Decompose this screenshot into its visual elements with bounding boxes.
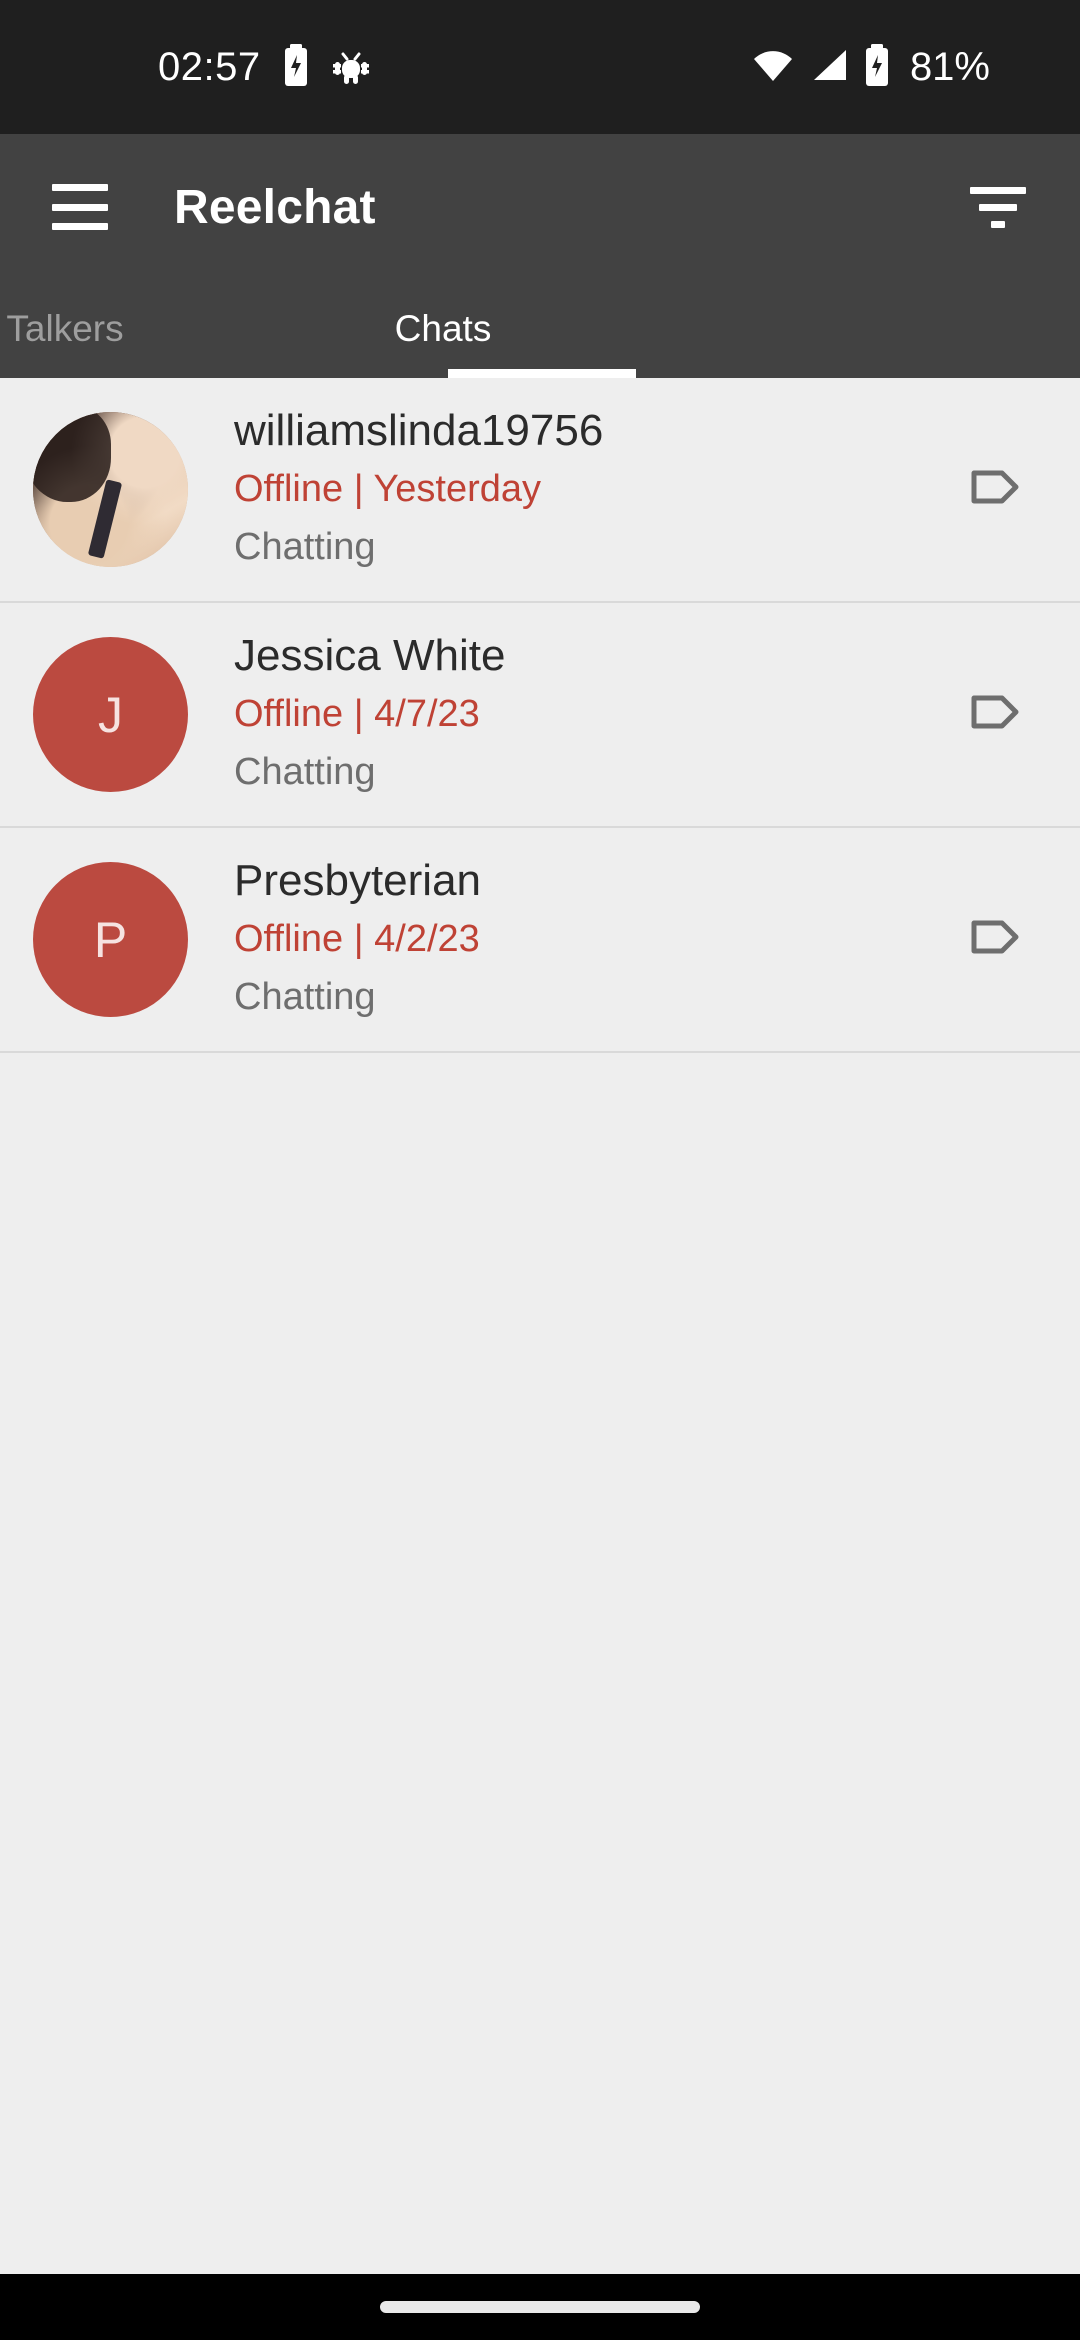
app-bar: Reelchat Talkers Chats	[0, 134, 1080, 378]
system-navigation-bar	[0, 2274, 1080, 2340]
chat-subtitle: Chatting	[234, 976, 376, 1019]
chat-row-meta: Presbyterian Offline | 4/2/23 Chatting	[234, 854, 481, 1026]
battery-charging-icon	[283, 43, 309, 91]
table-row[interactable]: P Presbyterian Offline | 4/2/23 Chatting	[0, 828, 1080, 1053]
chat-status: Offline | Yesterday	[234, 468, 542, 511]
status-bar-left: 02:57	[158, 43, 371, 91]
chat-subtitle: Chatting	[234, 751, 376, 794]
avatar: J	[33, 637, 188, 792]
tab-chats[interactable]: Chats	[263, 280, 623, 378]
hamburger-menu-icon[interactable]	[52, 184, 108, 230]
chat-subtitle: Chatting	[234, 526, 376, 569]
tab-talkers[interactable]: Talkers	[0, 280, 230, 378]
chat-status: Offline | 4/7/23	[234, 693, 480, 736]
label-tag-icon[interactable]	[970, 692, 1020, 737]
label-tag-icon[interactable]	[970, 467, 1020, 512]
avatar	[33, 412, 188, 567]
chat-name: Jessica White	[234, 630, 506, 680]
android-bug-icon	[331, 45, 371, 90]
chat-row-meta: williamslinda19756 Offline | Yesterday C…	[234, 404, 603, 576]
chat-name: williamslinda19756	[234, 405, 604, 455]
status-bar-right: 81%	[752, 43, 990, 91]
cellular-signal-icon	[810, 48, 848, 87]
table-row[interactable]: J Jessica White Offline | 4/7/23 Chattin…	[0, 603, 1080, 828]
tab-active-indicator	[448, 369, 636, 378]
chat-name: Presbyterian	[234, 855, 482, 905]
phone-screen: 02:57 81% Reelchat Talkers Chats william…	[0, 0, 1080, 2340]
avatar: P	[33, 862, 188, 1017]
battery-percent-label: 81%	[909, 44, 990, 89]
filter-icon[interactable]	[970, 184, 1026, 230]
page-title: Reelchat	[174, 180, 376, 234]
battery-icon	[864, 43, 890, 91]
wifi-icon	[752, 48, 794, 87]
table-row[interactable]: williamslinda19756 Offline | Yesterday C…	[0, 378, 1080, 603]
chat-list: williamslinda19756 Offline | Yesterday C…	[0, 378, 1080, 2274]
chat-row-meta: Jessica White Offline | 4/7/23 Chatting	[234, 629, 505, 801]
chat-status: Offline | 4/2/23	[234, 918, 480, 961]
app-bar-top-row: Reelchat	[0, 134, 1080, 280]
tab-bar: Talkers Chats	[0, 280, 1080, 378]
status-bar: 02:57 81%	[0, 0, 1080, 134]
status-bar-clock: 02:57	[158, 44, 261, 89]
label-tag-icon[interactable]	[970, 917, 1020, 962]
gesture-pill[interactable]	[380, 2301, 700, 2313]
